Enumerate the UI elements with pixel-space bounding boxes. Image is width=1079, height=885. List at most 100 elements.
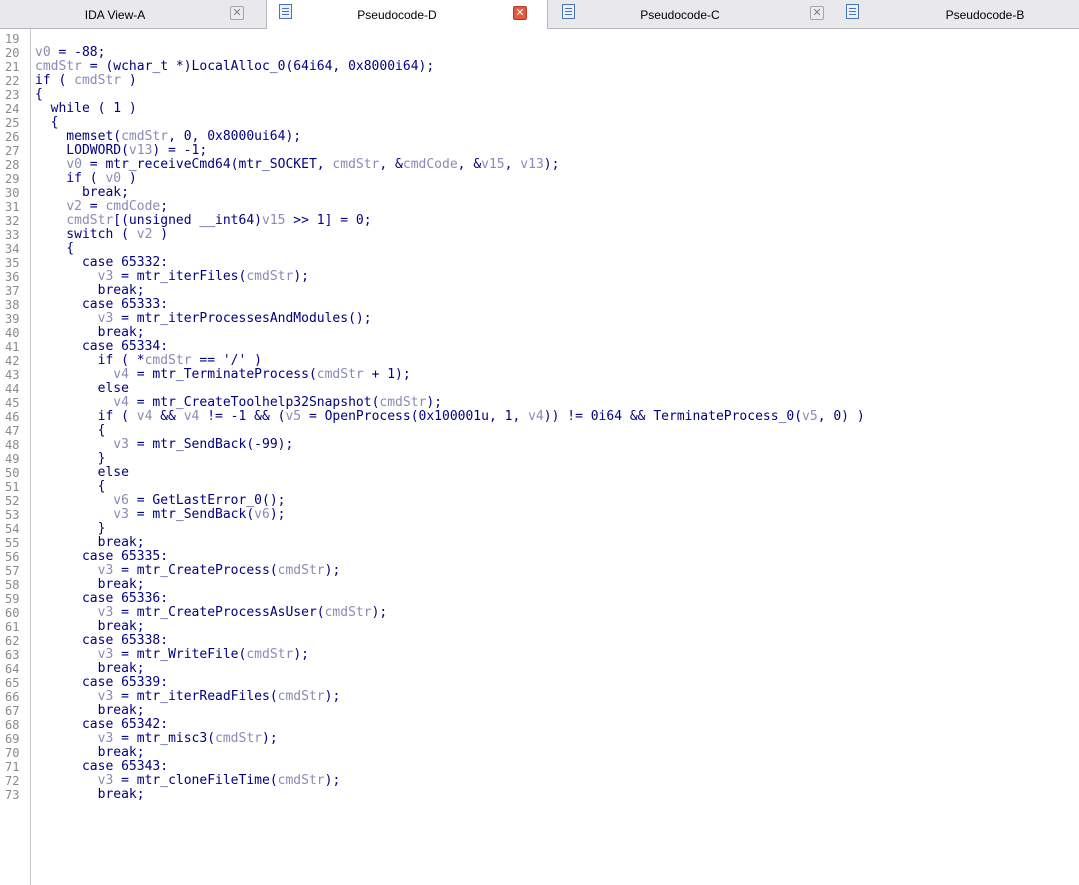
line-number: 52: [5, 494, 20, 508]
code-line[interactable]: 28 v0 = mtr_receiveCmd64(mtr_SOCKET, cmd…: [0, 157, 1079, 173]
code-token: case 65335:: [35, 549, 169, 564]
close-icon[interactable]: ✕: [513, 6, 527, 20]
variable-token: cmdStr: [277, 689, 325, 704]
line-number: 46: [5, 410, 20, 424]
code-line[interactable]: 66 v3 = mtr_iterReadFiles(cmdStr);: [0, 689, 1079, 705]
variable-token: v3: [113, 507, 129, 522]
code-line[interactable]: 45 v4 = mtr_CreateToolhelp32Snapshot(cmd…: [0, 395, 1079, 411]
code-line[interactable]: 70 break;: [0, 746, 1079, 761]
variable-token: v15: [262, 213, 286, 228]
variable-token: cmdStr: [379, 395, 427, 410]
line-number: 62: [5, 634, 20, 648]
tab-pseudocode-d[interactable]: Pseudocode-D ✕: [266, 0, 548, 29]
code-line[interactable]: 55 break;: [0, 536, 1079, 551]
code-line[interactable]: 35 case 65332:: [0, 256, 1079, 271]
variable-token: v4: [183, 409, 200, 424]
code-line[interactable]: 73 break;: [0, 788, 1079, 803]
code-line[interactable]: 27 LODWORD(v13) = -1;: [0, 144, 1079, 159]
code-line[interactable]: 51 {: [0, 480, 1079, 495]
code-token: break;: [35, 185, 129, 200]
tab-label: IDA View-A: [84, 8, 146, 22]
code-token: case 65334:: [35, 339, 169, 354]
code-line[interactable]: 40 break;: [0, 326, 1079, 341]
code-line[interactable]: 58 break;: [0, 578, 1079, 593]
code-line[interactable]: 60 v3 = mtr_CreateProcessAsUser(cmdStr);: [0, 606, 1079, 621]
code-line[interactable]: 38 case 65333:: [0, 298, 1079, 313]
code-line[interactable]: 54 }: [0, 522, 1079, 537]
code-line[interactable]: 30 break;: [0, 185, 1079, 201]
code-line[interactable]: 43 v4 = mtr_TerminateProcess(cmdStr + 1)…: [0, 367, 1079, 383]
code-line[interactable]: 25 {: [0, 116, 1079, 131]
code-line[interactable]: 61 break;: [0, 620, 1079, 635]
code-token: = mtr_cloneFileTime(: [113, 773, 278, 788]
code-token: = mtr_iterReadFiles(: [113, 689, 278, 704]
code-line[interactable]: 32 cmdStr[(unsigned __int64)v15 >> 1] = …: [0, 213, 1079, 229]
code-token: ,: [504, 157, 521, 172]
code-line[interactable]: 19: [0, 32, 1079, 46]
variable-token: v13: [520, 157, 544, 172]
code-line[interactable]: 37 break;: [0, 284, 1079, 299]
code-token: , &: [379, 157, 403, 172]
code-line[interactable]: 22 if ( cmdStr ): [0, 74, 1079, 89]
code-line[interactable]: 34 {: [0, 242, 1079, 257]
code-line[interactable]: 62 case 65338:: [0, 634, 1079, 649]
code-line[interactable]: 46 if ( v4 && v4 != -1 && (v5 = OpenProc…: [0, 409, 1079, 425]
tab-pseudocode-b[interactable]: Pseudocode-B: [830, 0, 1079, 28]
code-line[interactable]: 57 v3 = mtr_CreateProcess(cmdStr);: [0, 564, 1079, 579]
code-line[interactable]: 33 switch ( v2 ): [0, 227, 1079, 243]
code-line[interactable]: 68 case 65342:: [0, 718, 1079, 733]
code-line[interactable]: 31 v2 = cmdCode;: [0, 200, 1079, 215]
pseudocode-view[interactable]: 19 20 v0 = -88; 21 cmdStr = (wchar_t *)Local…: [0, 29, 1079, 885]
code-line[interactable]: 69 v3 = mtr_misc3(cmdStr);: [0, 731, 1079, 747]
code-line[interactable]: 47 {: [0, 424, 1079, 439]
code-line[interactable]: 44 else: [0, 382, 1079, 397]
line-number: 36: [5, 270, 20, 284]
code-token: != -1 && (: [199, 409, 286, 424]
code-line[interactable]: 48 v3 = mtr_SendBack(-99);: [0, 438, 1079, 453]
line-number: 51: [5, 480, 20, 494]
code-line[interactable]: 29 if ( v0 ): [0, 172, 1079, 187]
code-token: = mtr_TerminateProcess(: [128, 367, 317, 382]
code-line[interactable]: 23 {: [0, 88, 1079, 103]
code-line[interactable]: 53 v3 = mtr_SendBack(v6);: [0, 507, 1079, 523]
code-line[interactable]: 52 v6 = GetLastError_0();: [0, 494, 1079, 509]
code-line[interactable]: 42 if ( *cmdStr == '/' ): [0, 353, 1079, 369]
close-icon[interactable]: ✕: [810, 6, 824, 20]
code-line[interactable]: 65 case 65339:: [0, 676, 1079, 691]
line-number: 35: [5, 256, 20, 270]
code-line[interactable]: 36 v3 = mtr_iterFiles(cmdStr);: [0, 269, 1079, 285]
code-line[interactable]: 26 memset(cmdStr, 0, 0x8000ui64);: [0, 130, 1079, 145]
close-icon[interactable]: ✕: [230, 6, 244, 20]
tab-pseudocode-c[interactable]: Pseudocode-C ✕: [546, 0, 830, 28]
code-line[interactable]: 20 v0 = -88;: [0, 46, 1079, 61]
code-line[interactable]: 50 else: [0, 466, 1079, 481]
tab-ida-view-a[interactable]: IDA View-A ✕: [0, 0, 266, 28]
code-text: }: [35, 452, 106, 466]
code-line[interactable]: 21 cmdStr = (wchar_t *)LocalAlloc_0(64i64…: [0, 60, 1079, 75]
code-text: v4 = mtr_TerminateProcess(cmdStr + 1);: [35, 367, 410, 382]
line-number: 27: [5, 144, 20, 158]
code-line[interactable]: 24 while ( 1 ): [0, 102, 1079, 117]
line-number: 44: [5, 382, 20, 396]
line-number: 25: [5, 116, 20, 130]
code-text: break;: [35, 662, 145, 676]
code-line[interactable]: 71 case 65343:: [0, 760, 1079, 775]
variable-token: v2: [136, 227, 153, 242]
code-line[interactable]: 41 case 65334:: [0, 339, 1079, 355]
variable-token: v4: [136, 409, 153, 424]
code-line[interactable]: 59 case 65336:: [0, 592, 1079, 607]
code-line[interactable]: 64 break;: [0, 662, 1079, 677]
variable-token: cmdStr: [246, 269, 294, 284]
variable-token: cmdStr: [144, 353, 192, 368]
code-line[interactable]: 39 v3 = mtr_iterProcessesAndModules();: [0, 312, 1079, 327]
variable-token: cmdStr: [215, 731, 262, 746]
code-line[interactable]: 72 v3 = mtr_cloneFileTime(cmdStr);: [0, 773, 1079, 789]
code-token: [(unsigned __int64): [113, 213, 262, 228]
code-line[interactable]: 49 }: [0, 452, 1079, 467]
code-text: break;: [35, 704, 145, 718]
code-line[interactable]: 63 v3 = mtr_WriteFile(cmdStr);: [0, 648, 1079, 663]
code-text: v3 = mtr_CreateProcess(cmdStr);: [35, 564, 341, 578]
code-line[interactable]: 56 case 65335:: [0, 549, 1079, 565]
code-line[interactable]: 67 break;: [0, 704, 1079, 719]
